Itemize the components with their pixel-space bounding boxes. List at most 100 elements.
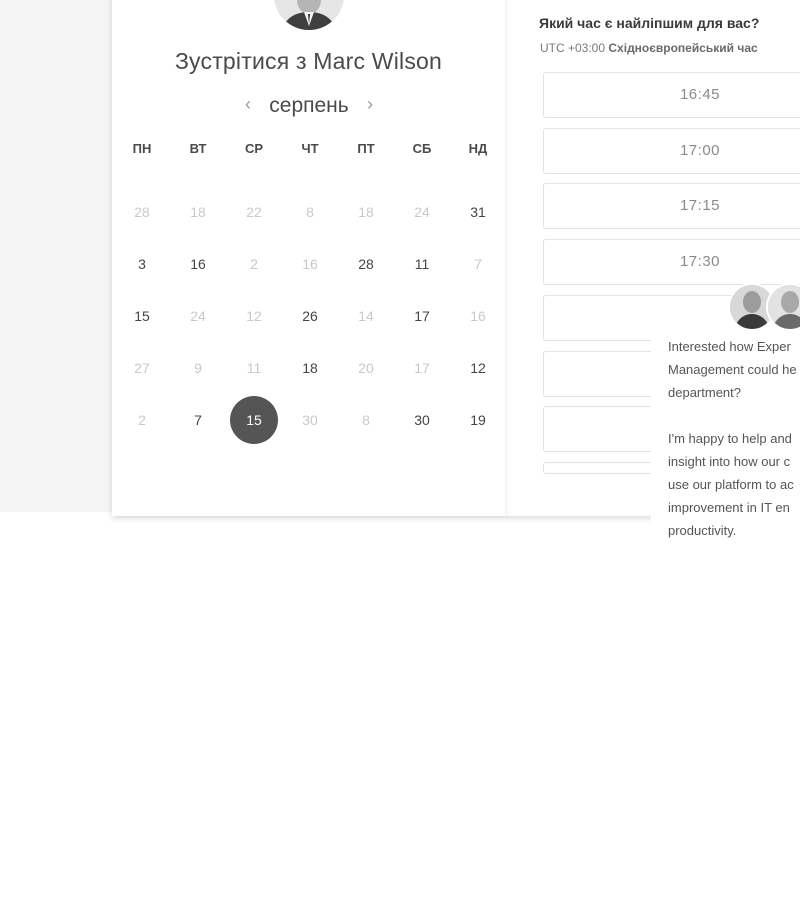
calendar-day[interactable]: 11 (398, 240, 446, 288)
time-slot-label: 17:00 (679, 142, 721, 159)
calendar-day-cell: 24 (394, 190, 450, 242)
calendar-day: 8 (362, 412, 370, 428)
calendar-day[interactable]: 19 (454, 396, 502, 444)
calendar-day[interactable]: 17 (398, 292, 446, 340)
calendar-day-cell: 24 (170, 294, 226, 346)
calendar-day-cell: 31 (450, 190, 506, 242)
calendar-day: 12 (246, 308, 262, 324)
chat-line (668, 404, 800, 427)
host-avatar (274, 0, 344, 30)
calendar-day: 27 (134, 360, 150, 376)
calendar-day: 11 (246, 360, 262, 376)
time-slot-button[interactable]: 17:00 (543, 128, 800, 174)
chat-message: Interested how Exper Management could he… (668, 335, 800, 542)
chat-agent-avatar (766, 283, 800, 331)
calendar-day-cell: 28 (338, 242, 394, 294)
chat-line: Management could he (668, 362, 797, 377)
timezone-selector[interactable]: UTC +03:00 Східноєвропейський час (540, 41, 758, 55)
calendar-day-cell: 8 (338, 398, 394, 450)
chat-line: use our platform to ac (668, 477, 794, 492)
calendar-day: 30 (302, 412, 318, 428)
time-question: Який час є найліпшим для вас? (539, 15, 760, 31)
calendar-day: 24 (414, 204, 430, 220)
calendar-day-cell: 30 (282, 398, 338, 450)
calendar-day: 2 (138, 412, 146, 428)
weekday-header: ПТ (357, 141, 375, 156)
calendar-day: 8 (306, 204, 314, 220)
calendar-day: 20 (358, 360, 374, 376)
time-slot-button[interactable]: 17:30 (543, 239, 800, 285)
chat-line: productivity. (668, 523, 737, 538)
month-navigation: ‹ серпень › (112, 94, 505, 118)
calendar-day-cell: 15 (114, 294, 170, 346)
calendar-day: 9 (194, 360, 202, 376)
calendar-day[interactable]: 15 (118, 292, 166, 340)
calendar-day: 28 (134, 204, 150, 220)
calendar-day-cell: 16 (282, 242, 338, 294)
calendar-day: 22 (246, 204, 262, 220)
calendar-day-cell: 19 (450, 398, 506, 450)
calendar-day[interactable]: 31 (454, 188, 502, 236)
timezone-offset: UTC +03:00 (540, 41, 606, 55)
calendar-day[interactable]: 18 (286, 344, 334, 392)
calendar-day: 18 (358, 204, 374, 220)
chat-line: I'm happy to help and (668, 431, 792, 446)
calendar-day-cell: 16 (170, 242, 226, 294)
weekday-header: ВТ (189, 141, 207, 156)
chat-line: insight into how our c (668, 454, 791, 469)
calendar-day: 24 (190, 308, 206, 324)
chat-line: improvement in IT en (668, 500, 790, 515)
calendar-day: 16 (470, 308, 486, 324)
calendar-day-cell: 30 (394, 398, 450, 450)
weekday-header: СБ (412, 141, 432, 156)
weekday-header: ПН (132, 141, 152, 156)
chat-line: Interested how Exper (668, 339, 791, 354)
calendar-day-cell: 12 (450, 346, 506, 398)
calendar-day-cell: 20 (338, 346, 394, 398)
calendar-day-cell: 9 (170, 346, 226, 398)
calendar-day-cell: 15 (226, 396, 282, 450)
calendar-day-cell: 7 (170, 398, 226, 450)
month-label: серпень (269, 94, 349, 117)
calendar-day-cell: 3 (114, 242, 170, 294)
calendar-day-cell: 28 (114, 190, 170, 242)
time-slot-button[interactable]: 17:15 (543, 183, 800, 229)
calendar-day: 17 (414, 360, 430, 376)
calendar-day-cell: 2 (114, 398, 170, 450)
calendar-day-cell: 17 (394, 294, 450, 346)
calendar-day[interactable]: 26 (286, 292, 334, 340)
calendar-day-cell: 8 (282, 190, 338, 242)
calendar-day-cell: 16 (450, 294, 506, 346)
calendar-day[interactable]: 16 (174, 240, 222, 288)
calendar-grid: ПН ВТ СР ЧТ ПТ СБ НД 28 18 22 8 18 24 31 3 16 2 16… (114, 138, 506, 450)
time-slot-label: 16:45 (679, 86, 721, 103)
calendar-day: 16 (302, 256, 318, 272)
chat-popup[interactable]: Interested how Exper Management could he… (651, 283, 800, 557)
calendar-day-cell: 27 (114, 346, 170, 398)
chat-line: department? (668, 385, 741, 400)
previous-month-icon[interactable]: ‹ (238, 94, 258, 115)
calendar-day-cell: 18 (170, 190, 226, 242)
calendar-day[interactable]: 28 (342, 240, 390, 288)
time-slot-label: 17:30 (679, 253, 721, 270)
calendar-day-cell: 26 (282, 294, 338, 346)
calendar-day: 7 (474, 256, 482, 272)
calendar-day[interactable]: 30 (398, 396, 446, 444)
next-month-icon[interactable]: › (360, 94, 380, 115)
calendar-day-cell: 14 (338, 294, 394, 346)
calendar-day[interactable]: 3 (118, 240, 166, 288)
calendar-day: 18 (190, 204, 206, 220)
weekday-header: ЧТ (301, 141, 319, 156)
calendar-day-cell: 7 (450, 242, 506, 294)
calendar-day: 14 (358, 308, 374, 324)
calendar-day-cell: 11 (226, 346, 282, 398)
calendar-day-cell: 11 (394, 242, 450, 294)
weekday-header: СР (244, 141, 264, 156)
timezone-name: Східноєвропейський час (608, 41, 758, 55)
calendar-day[interactable]: 7 (174, 396, 222, 444)
time-slot-label: 17:15 (679, 197, 721, 214)
calendar-day-selected[interactable]: 15 (230, 396, 278, 444)
weekday-header: НД (468, 141, 488, 156)
time-slot-button[interactable]: 16:45 (543, 72, 800, 118)
calendar-day[interactable]: 12 (454, 344, 502, 392)
